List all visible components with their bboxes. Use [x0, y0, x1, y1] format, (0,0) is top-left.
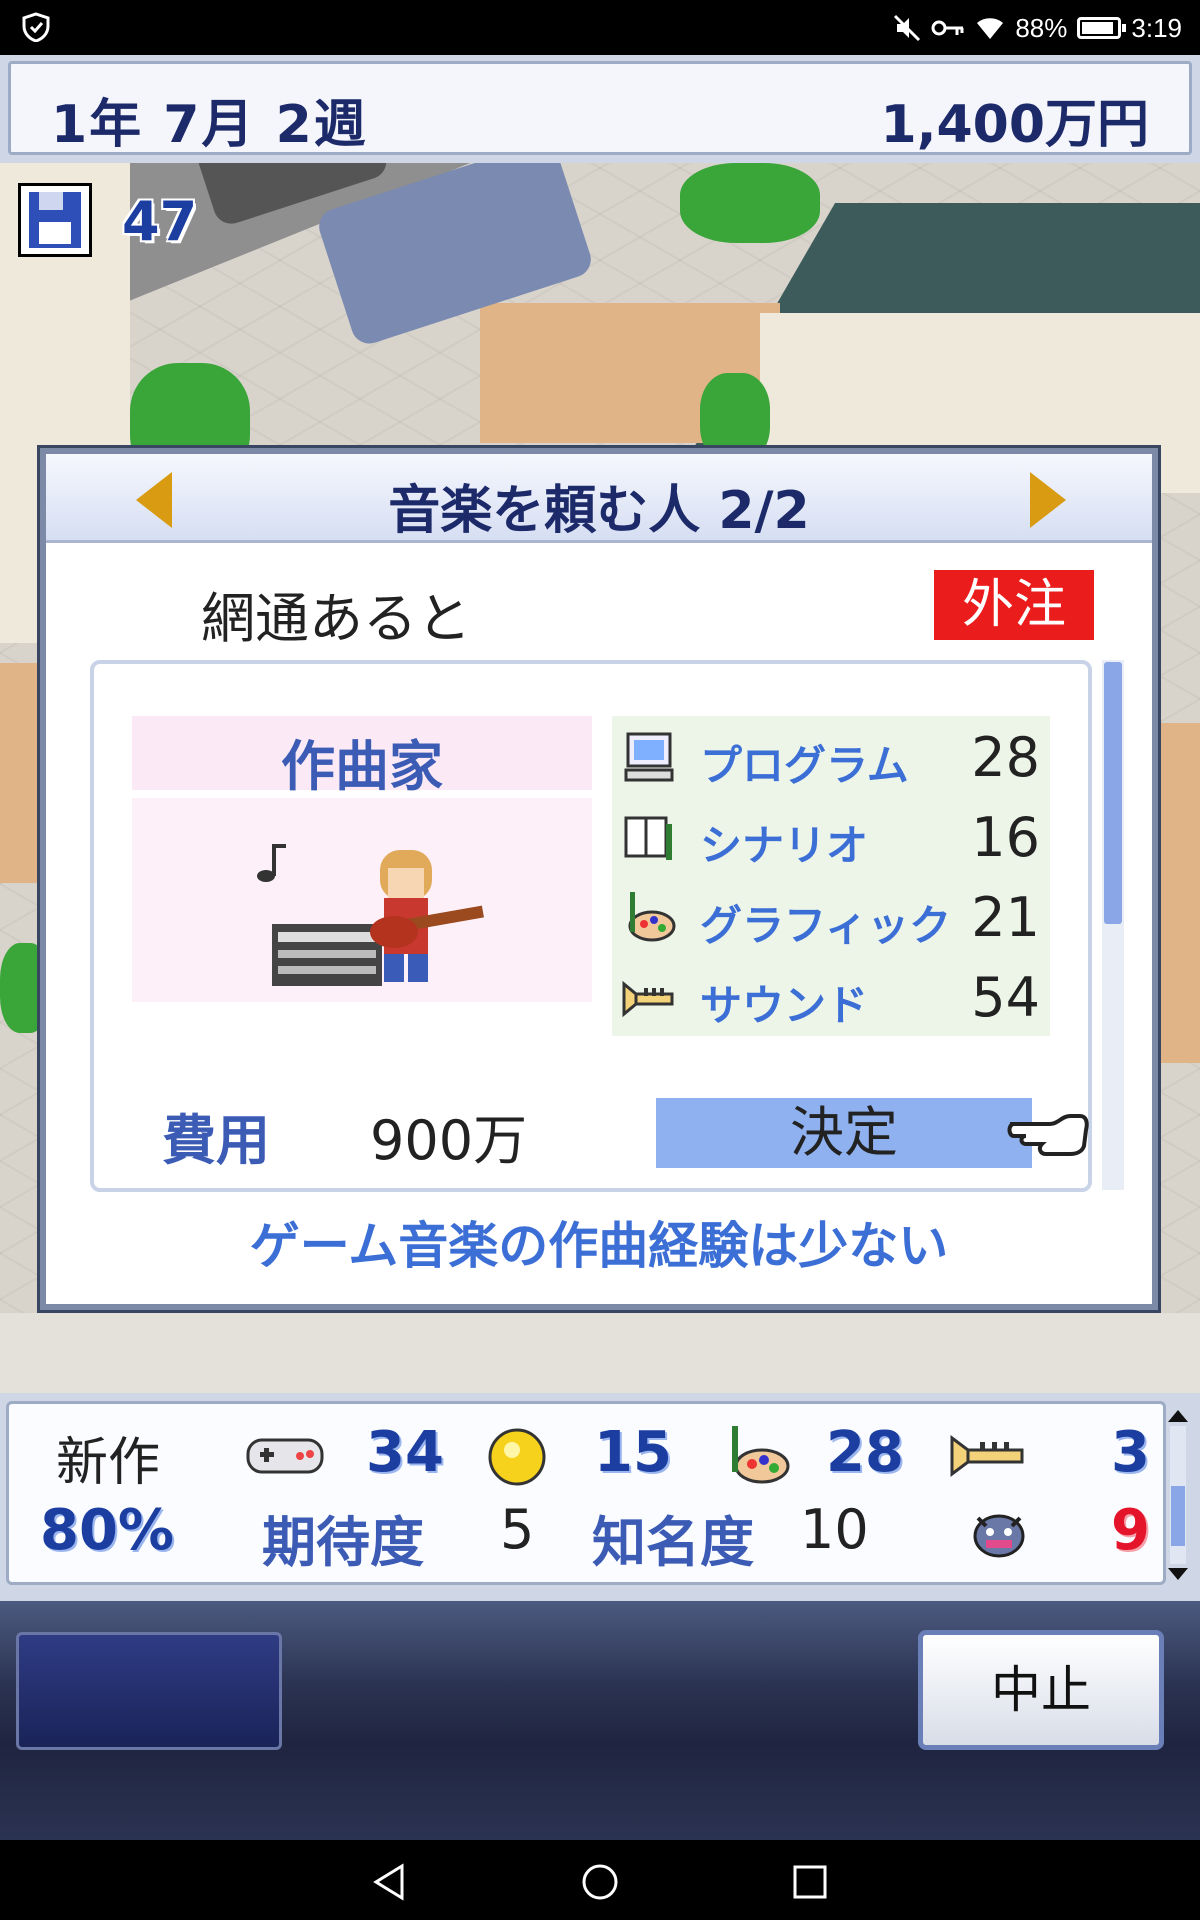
mute-icon — [894, 14, 921, 42]
tree — [680, 163, 820, 243]
stat-value: 21 — [971, 886, 1040, 949]
header-panel: 1年 7月 2週 1,400万円 — [8, 61, 1192, 155]
composer-portrait — [132, 798, 592, 1002]
stat-row-program: プログラム 28 — [612, 718, 1050, 798]
stat-row-scenario: シナリオ 16 — [612, 798, 1050, 878]
composer-sprite — [257, 844, 484, 986]
stat-label: シナリオ — [700, 821, 869, 870]
stat-value: 16 — [971, 806, 1040, 869]
trumpet-icon — [950, 1435, 1024, 1477]
dialog-header: 音楽を頼む人 2/2 — [46, 454, 1152, 543]
status-bar: 88% 3:19 — [0, 0, 1200, 55]
trumpet-icon — [622, 980, 674, 1018]
home-icon[interactable] — [580, 1862, 620, 1902]
clock: 3:19 — [1131, 12, 1182, 43]
floor — [1160, 723, 1200, 1063]
wifi-icon — [977, 18, 1004, 39]
recents-icon[interactable] — [790, 1862, 830, 1902]
sound-score: 3 — [1111, 1420, 1150, 1485]
dialog-title: 音楽を頼む人 2/2 — [388, 481, 810, 541]
back-icon[interactable] — [370, 1862, 410, 1902]
creativity-score: 15 — [594, 1420, 672, 1485]
stat-label: サウンド — [700, 981, 869, 1030]
floppy-disk-icon[interactable] — [18, 183, 92, 257]
person-name: 網通あると — [201, 587, 471, 650]
book-icon — [624, 816, 672, 860]
bug-count: 9 — [1111, 1498, 1150, 1563]
palette-icon — [628, 892, 676, 942]
fame-value: 10 — [800, 1498, 869, 1561]
key-icon — [931, 20, 964, 36]
staff-select-dialog: 音楽を頼む人 2/2 網通あると 外注 作曲家 プログラム 28 シナリオ 16… — [40, 448, 1158, 1310]
cost-label: 費用 — [162, 1109, 270, 1172]
shield-icon — [22, 12, 50, 42]
outsource-badge: 外注 — [934, 570, 1094, 640]
new-work-label: 新作 — [56, 1433, 161, 1493]
building-wall — [0, 1313, 1200, 1393]
top-header: 1年 7月 2週 1,400万円 — [0, 55, 1200, 163]
stat-value: 28 — [971, 726, 1040, 789]
info-scrollbar[interactable] — [1166, 1410, 1190, 1580]
cost-value: 900万 — [370, 1109, 528, 1172]
stat-row-sound: サウンド 54 — [612, 958, 1050, 1038]
battery-percent: 88% — [1015, 12, 1068, 43]
bug-icon — [973, 1514, 1025, 1558]
decide-button[interactable]: 決定 — [656, 1098, 1032, 1168]
development-progress: 80% — [40, 1498, 175, 1563]
game-date: 1年 7月 2週 — [51, 95, 368, 155]
expectation-value: 5 — [500, 1498, 535, 1561]
fun-score: 34 — [366, 1420, 444, 1485]
cancel-button[interactable]: 中止 — [918, 1630, 1164, 1750]
empty-slot — [16, 1632, 282, 1750]
save-count: 47 — [122, 190, 198, 253]
expectation-label: 期待度 — [262, 1511, 424, 1574]
guitarist-icon — [370, 850, 484, 982]
coin-icon — [488, 1428, 546, 1486]
computer-icon — [624, 732, 674, 782]
stat-row-graphics: グラフィック 21 — [612, 878, 1050, 958]
money-display: 1,400万円 — [880, 95, 1149, 155]
music-note-icon — [257, 844, 286, 882]
fame-label: 知名度 — [592, 1511, 754, 1574]
stat-value: 54 — [971, 966, 1040, 1029]
palette-icon — [732, 1426, 790, 1484]
pointing-hand-icon — [1007, 1114, 1089, 1156]
card-scroll-thumb[interactable] — [1104, 662, 1122, 924]
keyboard-icon — [272, 924, 382, 986]
stat-label: プログラム — [700, 741, 909, 790]
battery-icon — [1077, 17, 1127, 39]
stats-panel: プログラム 28 シナリオ 16 グラフィック 21 サウンド 54 — [612, 716, 1050, 1036]
arrow-right-icon[interactable] — [1030, 472, 1066, 528]
android-nav-bar — [0, 1840, 1200, 1920]
stat-label: グラフィック — [700, 901, 952, 950]
role-label: 作曲家 — [281, 735, 443, 798]
graphics-score: 28 — [826, 1420, 904, 1485]
person-comment: ゲーム音楽の作曲経験は少ない — [249, 1217, 949, 1275]
status-right: 88% 3:19 — [893, 8, 1182, 48]
gamepad-icon — [246, 1438, 324, 1474]
